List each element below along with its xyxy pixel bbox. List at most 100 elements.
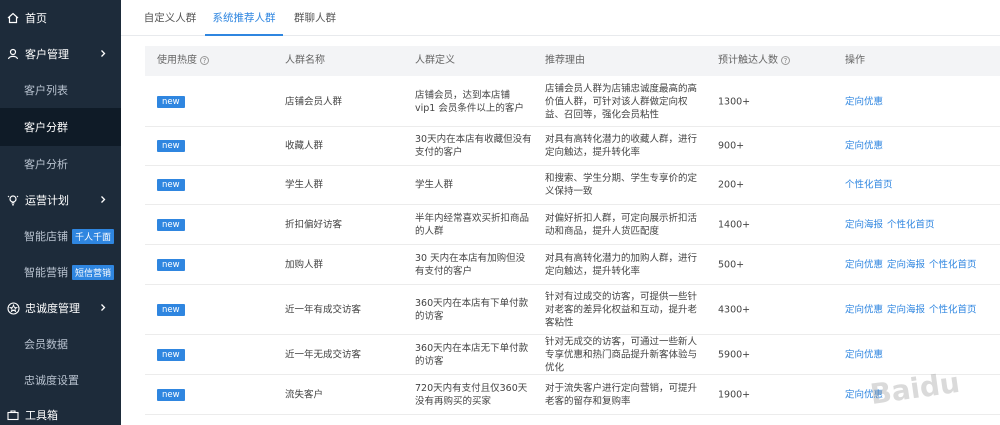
header-label: 预计触达人数: [718, 55, 778, 66]
table-row: new 折扣偏好访客 半年内经常喜欢买折扣商品的人群 对偏好折扣人群，可定向展示折扣活…: [145, 205, 1000, 245]
ops-cell: 个性化首页: [845, 179, 897, 192]
segment-reason: 和搜索、学生分期、学生专享价的定义保持一致: [545, 173, 698, 197]
help-icon[interactable]: ?: [781, 55, 790, 65]
op-link[interactable]: 定向海报: [845, 219, 883, 230]
table-row: new 店铺会员人群 店铺会员，达到本店铺 vip1 会员条件以上的客户 店铺会员人群…: [145, 77, 1000, 127]
segment-name: 折扣偏好访客: [285, 219, 343, 230]
table-header: 使用热度? 人群名称 人群定义 推荐理由 预计触达人数? 操作: [145, 46, 1000, 76]
heat-cell: new: [157, 218, 185, 232]
op-link[interactable]: 个性化首页: [845, 180, 893, 191]
segment-reason: 对于流失客户进行定向营销，可提升老客的留存和复购率: [545, 382, 698, 407]
heat-cell: new: [157, 95, 185, 109]
header-ops: 操作: [845, 55, 865, 66]
chevron-right-icon: [99, 48, 107, 61]
segment-count: 1400+: [718, 219, 751, 230]
tab-custom-segment[interactable]: 自定义人群: [135, 0, 205, 36]
new-badge: new: [157, 348, 185, 361]
segment-count: 1300+: [718, 96, 751, 107]
sidebar-item-operation-plan[interactable]: 运营计划: [0, 182, 121, 218]
ops-cell: 定向优惠 定向海报 个性化首页: [845, 303, 981, 316]
ops-cell: 定向海报 个性化首页: [845, 218, 939, 231]
sidebar-item-customer-list[interactable]: 客户列表: [0, 72, 121, 108]
tab-bar: 自定义人群 系统推荐人群 群聊人群: [121, 0, 1000, 36]
sidebar-item-customer-mgmt[interactable]: 客户管理: [0, 36, 121, 72]
sidebar-item-label: 忠诚度管理: [25, 302, 80, 315]
ops-cell: 定向优惠 定向海报 个性化首页: [845, 258, 981, 271]
segment-count: 1900+: [718, 389, 751, 400]
sidebar-item-label: 会员数据: [24, 338, 68, 351]
help-icon[interactable]: ?: [200, 55, 209, 65]
segment-reason: 针对无成交的访客，可通过一些新人专享优惠和热门商品提升新客体验与优化: [545, 336, 698, 373]
segment-name: 学生人群: [285, 179, 324, 191]
op-link[interactable]: 定向优惠: [845, 259, 883, 270]
segment-reason: 店铺会员人群为店铺忠诚度最高的高价值人群，可针对该人群做定向权益、召回等，强化会…: [545, 83, 698, 120]
segment-name: 流失客户: [285, 389, 324, 400]
segment-definition: 360天内在本店无下单付款的访客: [415, 342, 529, 367]
sidebar-item-smart-store[interactable]: 智能店铺 千人千面: [0, 218, 121, 254]
tab-group-chat-segment[interactable]: 群聊人群: [283, 0, 347, 36]
segment-count: 5900+: [718, 349, 751, 360]
segment-definition: 学生人群: [415, 179, 454, 191]
ops-cell: 定向优惠: [845, 140, 887, 153]
heat-cell: new: [157, 258, 185, 272]
new-badge: new: [157, 258, 185, 271]
sidebar-item-label: 客户分群: [24, 121, 68, 134]
sidebar-item-smart-marketing[interactable]: 智能营销 短信营销: [0, 254, 121, 290]
segment-count: 900+: [718, 140, 745, 152]
new-badge: new: [157, 303, 185, 316]
sidebar-item-member-data[interactable]: 会员数据: [0, 326, 121, 362]
op-link[interactable]: 定向优惠: [845, 96, 883, 107]
header-heat: 使用热度?: [157, 46, 209, 76]
table-row: new 收藏人群 30天内在本店有收藏但没有支付的客户 对具有高转化潜力的收藏人群，进…: [145, 127, 1000, 166]
segment-definition: 店铺会员，达到本店铺 vip1 会员条件以上的客户: [415, 89, 524, 114]
main-content: 自定义人群 系统推荐人群 群聊人群 使用热度? 人群名称 人群定义 推荐理由 预…: [121, 0, 1000, 425]
heat-cell: new: [157, 178, 185, 192]
sidebar-item-customer-analysis[interactable]: 客户分析: [0, 146, 121, 182]
header-count: 预计触达人数?: [718, 46, 790, 76]
new-badge: new: [157, 218, 185, 231]
op-link[interactable]: 定向海报: [887, 259, 925, 270]
feature-tag: 千人千面: [72, 228, 115, 244]
chevron-right-icon: [99, 302, 107, 315]
new-badge: new: [157, 179, 185, 191]
heat-cell: new: [157, 388, 185, 402]
header-name: 人群名称: [285, 55, 325, 66]
table-row: new 学生人群 学生人群 和搜索、学生分期、学生专享价的定义保持一致 200+ 个性化首…: [145, 166, 1000, 205]
segment-reason: 针对有过成交的访客，可提供一些针对老客的差异化权益和互动，提升老客粘性: [545, 291, 698, 328]
heat-cell: new: [157, 139, 185, 153]
sidebar-item-customer-segment[interactable]: 客户分群: [0, 108, 121, 146]
op-link[interactable]: 定向海报: [887, 304, 925, 315]
tab-recommended-segment[interactable]: 系统推荐人群: [205, 0, 283, 36]
feature-tag: 短信营销: [72, 264, 115, 280]
header-reason: 推荐理由: [545, 55, 585, 66]
sidebar-item-label: 客户列表: [24, 84, 68, 97]
new-badge: new: [157, 95, 185, 108]
table-row: new 加购人群 30 天内在本店有加购但没有支付的客户 对具有高转化潜力的加购人群，…: [145, 245, 1000, 285]
sidebar-item-loyalty-mgmt[interactable]: 忠诚度管理: [0, 290, 121, 326]
heat-cell: new: [157, 303, 185, 317]
ops-cell: 定向优惠: [845, 95, 887, 108]
op-link[interactable]: 定向优惠: [845, 304, 883, 315]
sidebar-item-loyalty-settings[interactable]: 忠诚度设置: [0, 362, 121, 398]
op-link[interactable]: 定向优惠: [845, 349, 883, 360]
segment-reason: 对偏好折扣人群，可定向展示折扣活动和商品，提升人货匹配度: [545, 212, 698, 237]
heat-cell: new: [157, 348, 185, 362]
user-icon: [6, 47, 20, 61]
segment-name: 收藏人群: [285, 140, 324, 152]
header-label: 使用热度: [157, 55, 197, 66]
segment-count: 500+: [718, 259, 745, 270]
table-row: new 近一年无成交访客 360天内在本店无下单付款的访客 针对无成交的访客，可通过一…: [145, 335, 1000, 375]
sidebar-item-home[interactable]: 首页: [0, 0, 121, 36]
home-icon: [6, 11, 20, 25]
header-definition: 人群定义: [415, 55, 455, 66]
op-link[interactable]: 定向优惠: [845, 141, 883, 152]
op-link[interactable]: 个性化首页: [887, 219, 935, 230]
segment-name: 加购人群: [285, 259, 324, 270]
op-link[interactable]: 个性化首页: [929, 259, 977, 270]
sidebar-item-toolbox[interactable]: 工具箱: [0, 404, 121, 425]
op-link[interactable]: 个性化首页: [929, 304, 977, 315]
sidebar-item-label: 忠诚度设置: [24, 374, 79, 387]
sidebar-item-label: 智能营销: [24, 266, 68, 279]
table-row: new 近一年有成交访客 360天内在本店有下单付款的访客 针对有过成交的访客，可提供…: [145, 285, 1000, 335]
segment-definition: 半年内经常喜欢买折扣商品的人群: [415, 212, 530, 237]
